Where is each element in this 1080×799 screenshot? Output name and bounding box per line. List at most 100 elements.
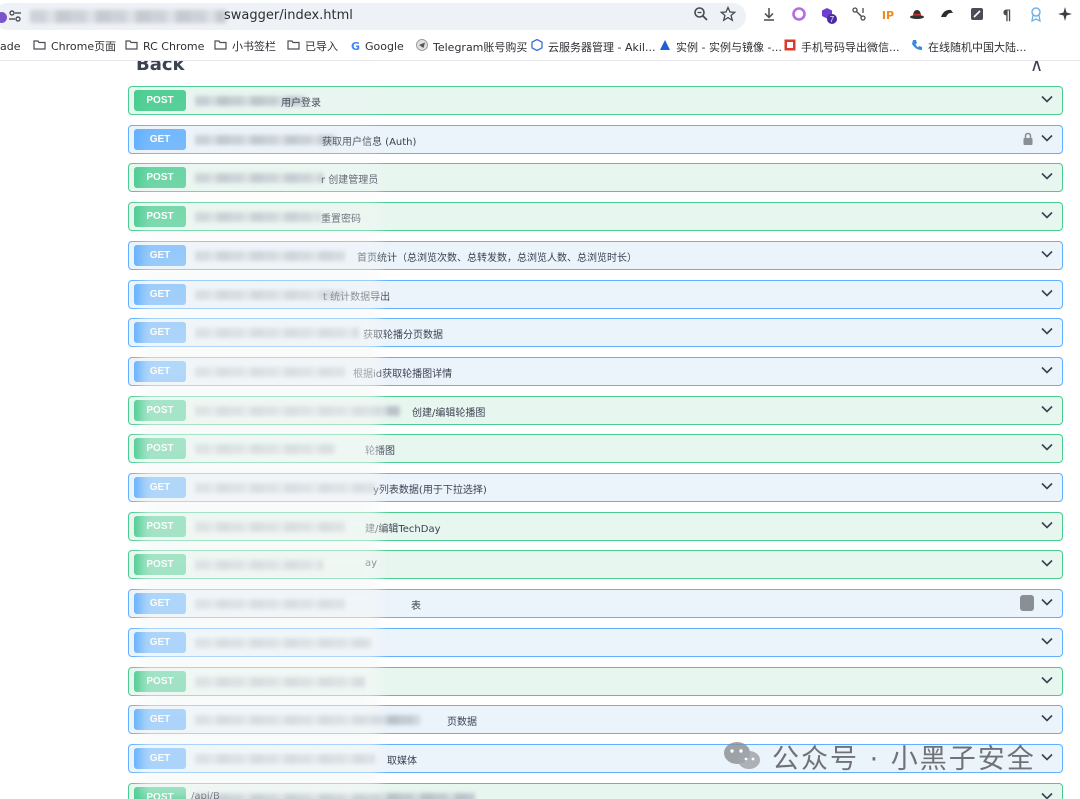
operation-get[interactable]: GET 表 xyxy=(128,589,1063,619)
chevron-down-icon[interactable] xyxy=(1040,518,1054,532)
operation-get[interactable]: GET 页数据 xyxy=(128,705,1063,735)
folder-icon xyxy=(287,39,300,54)
cloud-icon xyxy=(531,38,543,55)
folder-icon xyxy=(125,39,138,54)
endpoint-path-redacted xyxy=(195,753,375,764)
chevron-down-icon[interactable] xyxy=(1040,92,1054,106)
operation-post[interactable]: POST 用户登录 xyxy=(128,86,1063,115)
chevron-down-icon[interactable] xyxy=(1040,169,1054,183)
chevron-down-icon[interactable] xyxy=(1040,286,1054,300)
bookmark-label: RC Chrome xyxy=(143,40,205,53)
operation-post[interactable]: POST 重置密码 xyxy=(128,202,1063,232)
method-badge: GET xyxy=(134,747,186,769)
endpoint-path-redacted xyxy=(195,212,321,223)
bookmark-folder[interactable]: Chrome页面 xyxy=(33,39,116,54)
operation-summary: 页数据 xyxy=(447,717,477,729)
operation-post[interactable]: POST 建/编辑TechDay xyxy=(128,511,1063,541)
operation-get[interactable]: GET t 统计数据导出 xyxy=(128,279,1063,309)
pilcrow-extension-icon[interactable]: ¶ xyxy=(996,6,1018,26)
hat-extension-icon[interactable] xyxy=(906,6,928,26)
bookmark-random-phone[interactable]: 在线随机中国大陆... xyxy=(911,39,1027,55)
bookmark-label: ade xyxy=(0,40,21,53)
operation-post[interactable]: POST ay xyxy=(128,550,1063,580)
chevron-down-icon[interactable] xyxy=(1040,324,1054,338)
copy-icon[interactable] xyxy=(1020,595,1034,612)
operation-post[interactable]: POST r 创建管理员 xyxy=(128,163,1063,193)
section-title[interactable]: Back xyxy=(136,61,185,75)
bookmark-phone-export[interactable]: 手机号码导出微信... xyxy=(784,39,900,55)
extension-node-icon[interactable] xyxy=(848,6,870,26)
endpoint-path-redacted xyxy=(195,173,323,184)
operation-get[interactable]: GET y列表数据(用于下拉选择) xyxy=(128,473,1063,502)
bookmark-star-icon[interactable] xyxy=(717,5,739,26)
bookmark-cloud[interactable]: 云服务器管理 - Akil... xyxy=(531,38,655,55)
download-icon[interactable] xyxy=(758,6,780,26)
phone-icon xyxy=(911,39,923,55)
chevron-down-icon[interactable] xyxy=(1040,479,1054,493)
site-info-icon[interactable] xyxy=(8,9,22,23)
edit-extension-icon[interactable] xyxy=(966,6,988,26)
operation-summary: ay xyxy=(365,558,378,570)
chevron-down-icon[interactable] xyxy=(1040,208,1054,222)
method-badge: POST xyxy=(134,786,186,799)
url-text[interactable]: swagger/index.html xyxy=(224,8,353,23)
method-badge: GET xyxy=(134,322,186,344)
operation-get[interactable]: GET 根据id获取轮播图详情 xyxy=(128,356,1063,386)
bookmark-instance[interactable]: 实例 - 实例与镜像 -... xyxy=(659,39,782,55)
chevron-down-icon[interactable] xyxy=(1040,556,1054,570)
sparkle-extension-icon[interactable] xyxy=(1054,6,1076,26)
zoom-icon[interactable] xyxy=(690,6,712,26)
swirl-extension-icon[interactable] xyxy=(936,6,958,26)
method-badge: POST xyxy=(134,438,186,460)
chevron-down-icon[interactable] xyxy=(1040,750,1054,764)
bookmark-label: Chrome页面 xyxy=(51,40,117,53)
operation-summary: 重置密码 xyxy=(321,214,361,226)
image-icon xyxy=(784,39,796,55)
lock-icon[interactable] xyxy=(1022,132,1034,146)
telegram-icon xyxy=(416,39,428,55)
chevron-down-icon[interactable] xyxy=(1040,402,1054,416)
operation-get[interactable]: GET 获取轮播分页数据 xyxy=(128,318,1063,348)
operation-post[interactable]: POST/api/B xyxy=(128,782,1063,799)
method-badge: GET xyxy=(134,593,186,615)
bookmark-folder[interactable]: 小书签栏 xyxy=(214,39,276,54)
operation-get[interactable]: GET 首页统计（总浏览次数、总转发数，总浏览人数、总浏览时长） xyxy=(128,240,1063,270)
operation-summary: 创建/编辑轮播图 xyxy=(412,407,486,419)
section-collapse-button[interactable]: ∧ xyxy=(1030,61,1043,76)
badge-extension-icon[interactable] xyxy=(1025,6,1047,26)
operation-post[interactable]: POST 轮播图 xyxy=(128,434,1063,464)
endpoint-path-redacted xyxy=(195,637,371,648)
bookmark-folder[interactable]: 已导入 xyxy=(287,39,338,54)
wechat-logo-icon xyxy=(724,742,760,769)
ip-extension-icon[interactable]: IP xyxy=(877,6,899,26)
extension-hexagon-icon[interactable]: 7 xyxy=(818,6,840,26)
chevron-down-icon[interactable] xyxy=(1040,247,1054,261)
bookmarks-bar: ade Chrome页面 RC Chrome 小书签栏 已导入 G Google … xyxy=(0,34,1080,61)
chevron-down-icon[interactable] xyxy=(1040,711,1054,725)
bookmark-google[interactable]: G Google xyxy=(351,39,404,54)
operation-summary: /api/B xyxy=(191,790,220,799)
operation-get[interactable]: GET 获取用户信息 (Auth) xyxy=(128,124,1063,154)
bookmark-label: 手机号码导出微信... xyxy=(801,41,900,54)
chevron-down-icon[interactable] xyxy=(1040,363,1054,377)
operation-summary: 获取用户信息 (Auth) xyxy=(322,136,417,148)
chevron-down-icon[interactable] xyxy=(1040,789,1054,799)
bookmark-telegram[interactable]: Telegram账号购买 xyxy=(416,39,527,55)
bookmark-folder[interactable]: RC Chrome xyxy=(125,39,204,54)
endpoint-path-redacted xyxy=(195,521,345,532)
bookmark-item[interactable]: ade xyxy=(0,39,21,54)
operation-post[interactable]: POST xyxy=(128,666,1063,696)
endpoint-path-redacted xyxy=(195,560,323,571)
method-badge: GET xyxy=(134,128,186,150)
chevron-down-icon[interactable] xyxy=(1040,634,1054,648)
method-badge: POST xyxy=(134,554,186,576)
extension-ring-icon[interactable] xyxy=(788,6,810,26)
operation-get[interactable]: GET xyxy=(128,627,1063,657)
chevron-down-icon[interactable] xyxy=(1040,440,1054,454)
chevron-down-icon[interactable] xyxy=(1040,131,1054,145)
operation-summary: 轮播图 xyxy=(365,446,395,458)
url-redacted xyxy=(30,10,226,23)
chevron-down-icon[interactable] xyxy=(1040,673,1054,687)
operation-post[interactable]: POST 创建/编辑轮播图 xyxy=(128,395,1063,425)
chevron-down-icon[interactable] xyxy=(1040,595,1054,609)
